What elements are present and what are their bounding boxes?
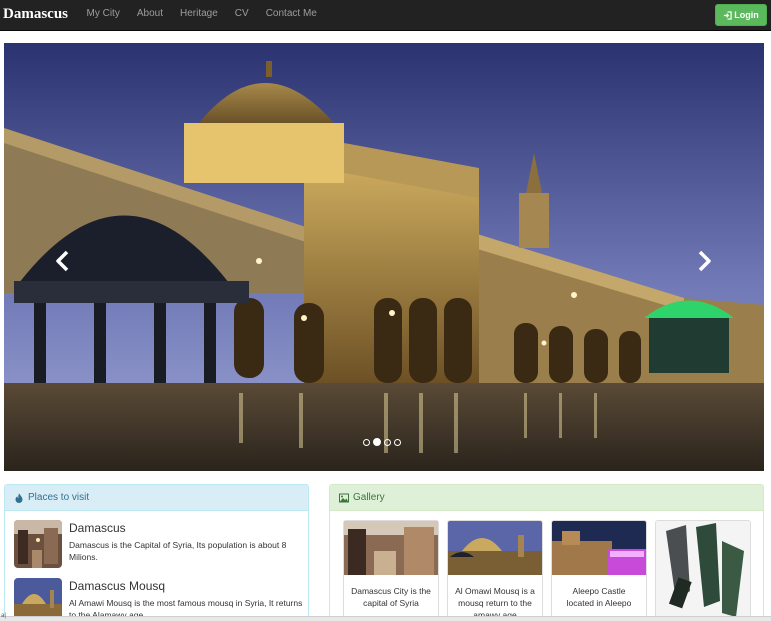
chevron-left-icon[interactable] xyxy=(52,248,74,274)
carousel-slide-image xyxy=(4,43,764,471)
list-item[interactable]: Damascus Mousq Al Amawi Mousq is the mos… xyxy=(14,578,304,621)
nav-link-my-city[interactable]: My City xyxy=(78,0,128,31)
status-text: a| xyxy=(1,613,6,619)
gallery-thumbnail[interactable]: Damascus City is the capital of Syria xyxy=(343,520,439,621)
gallery-panel-heading: Gallery xyxy=(330,485,763,511)
gallery-panel-title: Gallery xyxy=(353,492,385,503)
gallery-image xyxy=(448,521,542,575)
hero-carousel xyxy=(4,43,764,471)
nav-link-contact-me[interactable]: Contact Me xyxy=(257,0,325,31)
gallery-image xyxy=(552,521,646,575)
fire-icon xyxy=(15,493,23,503)
place-description: Damascus is the Capital of Syria, Its po… xyxy=(69,540,287,562)
nav-link-about[interactable]: About xyxy=(128,0,171,31)
nav-link-heritage[interactable]: Heritage xyxy=(171,0,226,31)
carousel-indicator[interactable] xyxy=(384,438,391,446)
carousel-indicator[interactable] xyxy=(363,438,370,446)
nav-links: My City About Heritage CV Contact Me xyxy=(78,0,325,31)
places-panel: Places to visit Damascus Damascus is the… xyxy=(4,484,309,621)
gallery-panel: Gallery Damascus City is the capital of … xyxy=(329,484,764,621)
chevron-right-icon[interactable] xyxy=(693,248,715,274)
places-panel-heading: Places to visit xyxy=(5,485,308,511)
gallery-caption: Aleepo Castle located in Aleepo xyxy=(566,586,632,608)
login-label: Login xyxy=(734,10,759,20)
carousel-indicators xyxy=(363,438,401,446)
place-title[interactable]: Damascus xyxy=(69,521,304,535)
brand-logo[interactable]: Damascus xyxy=(3,6,68,23)
place-title[interactable]: Damascus Mousq xyxy=(69,579,304,593)
status-bar: a| xyxy=(0,613,771,621)
carousel-indicator-active[interactable] xyxy=(373,438,381,446)
gallery-thumbnail[interactable] xyxy=(655,520,751,621)
login-button[interactable]: Login xyxy=(715,4,767,26)
place-thumbnail xyxy=(14,578,62,621)
gallery-thumbnail[interactable]: Al Omawi Mousq is a mousq return to the … xyxy=(447,520,543,621)
picture-icon xyxy=(339,493,349,502)
gallery-caption: Damascus City is the capital of Syria xyxy=(351,586,431,608)
place-thumbnail xyxy=(14,520,62,568)
list-item[interactable]: Damascus Damascus is the Capital of Syri… xyxy=(14,520,304,568)
gallery-image xyxy=(344,521,438,575)
carousel-indicator[interactable] xyxy=(394,438,401,446)
gallery-image xyxy=(656,521,750,621)
log-in-icon xyxy=(724,10,732,20)
gallery-thumbnail[interactable]: Aleepo Castle located in Aleepo xyxy=(551,520,647,621)
navbar: Damascus My City About Heritage CV Conta… xyxy=(0,0,771,31)
places-panel-title: Places to visit xyxy=(28,492,90,503)
gallery-caption: Al Omawi Mousq is a mousq return to the … xyxy=(455,586,535,620)
nav-link-cv[interactable]: CV xyxy=(226,0,257,31)
